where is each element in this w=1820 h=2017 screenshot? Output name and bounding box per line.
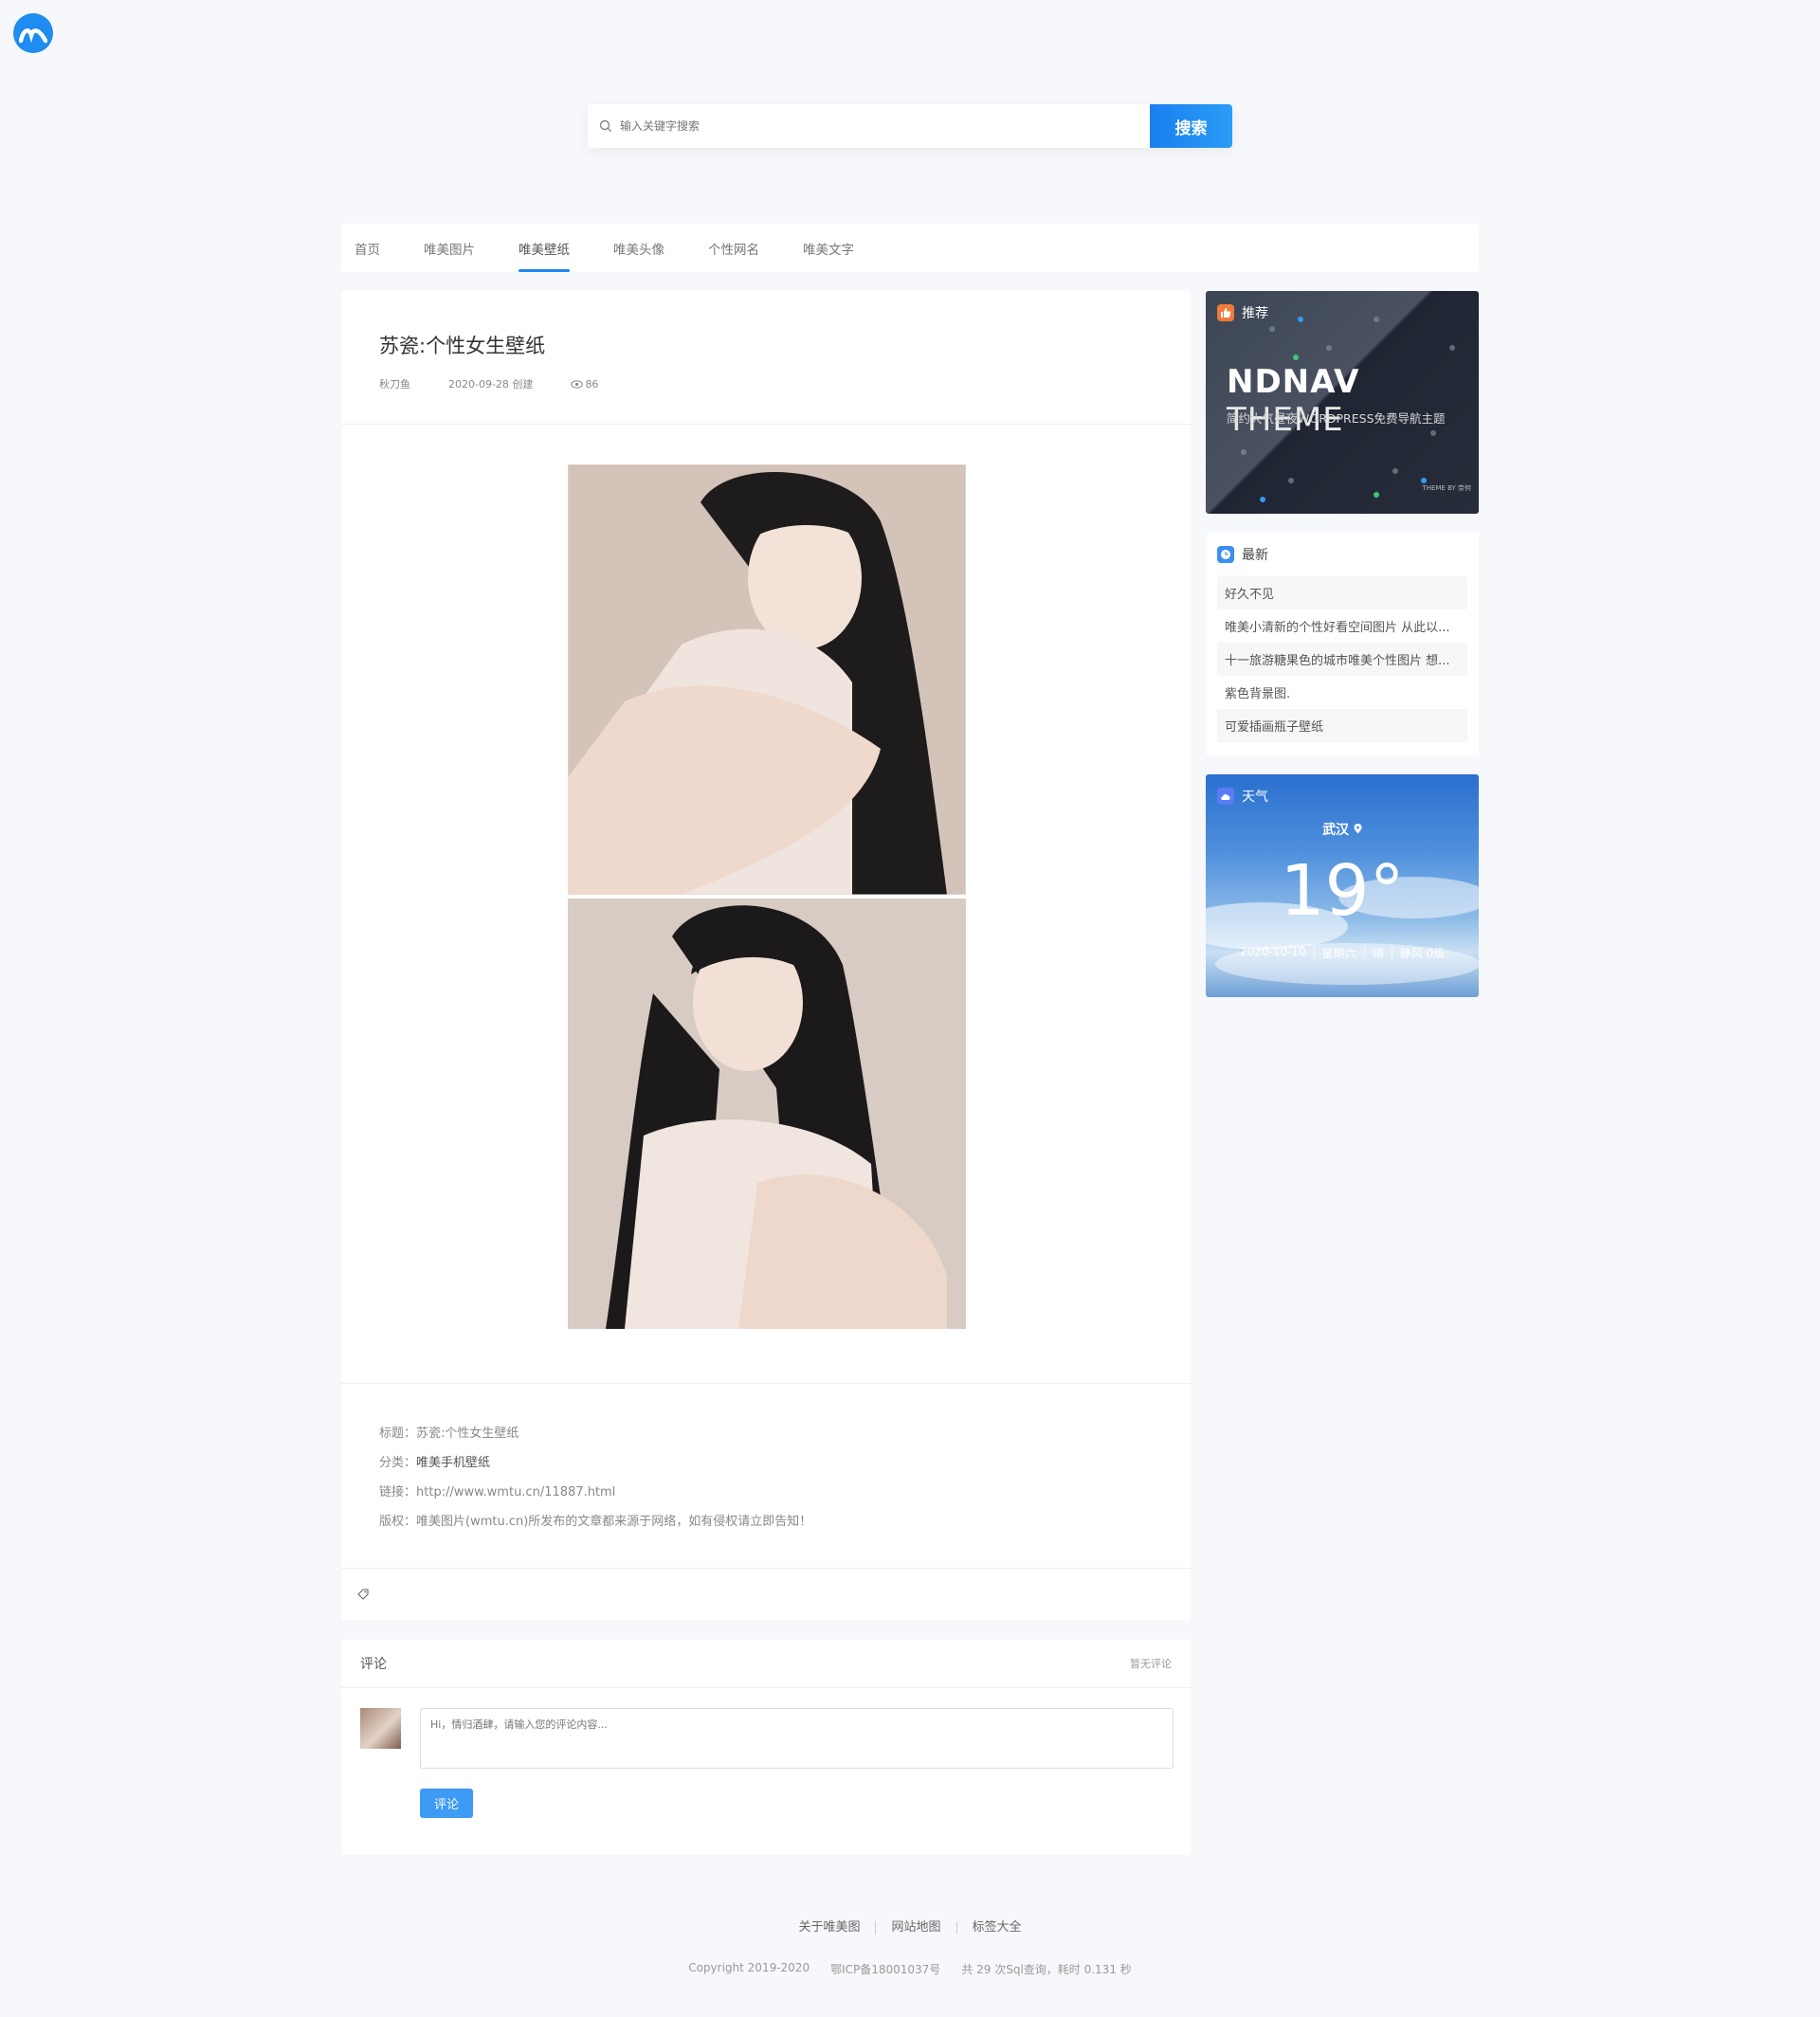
- location-pin-icon: [1354, 824, 1362, 834]
- weather-header: 天气: [1217, 787, 1268, 806]
- article-header: 苏瓷:个性女生壁纸 秋刀鱼 2020-09-28 创建 86: [341, 291, 1191, 425]
- footer-link-tags[interactable]: 标签大全: [957, 1921, 1037, 1935]
- weather-weekday: 星期六: [1315, 945, 1365, 961]
- info-category-label: 分类：: [379, 1456, 417, 1470]
- weather-city-name: 武汉: [1322, 823, 1350, 838]
- nav-item-nicknames[interactable]: 个性网名: [708, 224, 759, 272]
- article-author[interactable]: 秋刀鱼: [379, 376, 410, 391]
- recommend-subtitle: 简约大气昼夜WORDPRESS免费导航主题: [1227, 411, 1446, 426]
- latest-label: 最新: [1242, 548, 1268, 563]
- avatar: [360, 1708, 401, 1749]
- article-views-count: 86: [585, 377, 599, 391]
- latest-header: 最新: [1217, 545, 1268, 564]
- cloud-icon: [1217, 788, 1234, 805]
- info-copyright-value: 唯美图片(wmtu.cn)所发布的文章都来源于网络，如有侵权请立即告知！: [416, 1515, 812, 1529]
- photo-top: [567, 463, 967, 896]
- weather-details: 2020-10-10 星期六 晴 静风 0级: [1206, 945, 1479, 961]
- info-title-value: 苏瓷:个性女生壁纸: [416, 1426, 519, 1441]
- list-item[interactable]: 唯美小清新的个性好看空间图片 从此以...: [1217, 609, 1467, 643]
- info-title: 标题：苏瓷:个性女生壁纸: [379, 1423, 1191, 1452]
- info-copyright-label: 版权：: [379, 1515, 417, 1529]
- recommend-widget[interactable]: 推荐 NDNAV THEME 简约大气昼夜WORDPRESS免费导航主题 THE…: [1206, 291, 1479, 514]
- weather-widget: 天气 武汉 19° 2020-10-10 星期六 晴 静风 0级: [1206, 774, 1479, 997]
- list-item[interactable]: 紫色背景图.: [1217, 676, 1467, 709]
- search-bar: 搜索: [588, 104, 1232, 148]
- footer-copyright: Copyright 2019-2020 鄂ICP备18001037号 共 29 …: [0, 1961, 1820, 1977]
- info-title-label: 标题：: [379, 1426, 417, 1441]
- sql-stats: 共 29 次Sql查询，耗时 0.131 秒: [961, 1963, 1132, 1976]
- weather-temperature: 19°: [1280, 850, 1405, 932]
- weather-wind: 静风 0级: [1399, 947, 1446, 960]
- photo-bottom: [568, 899, 966, 1329]
- search-input[interactable]: [620, 119, 1094, 133]
- article-title: 苏瓷:个性女生壁纸: [379, 335, 546, 357]
- latest-widget: 最新 好久不见 唯美小清新的个性好看空间图片 从此以... 十一旅游糖果色的城市…: [1206, 533, 1479, 755]
- nav-item-home[interactable]: 首页: [355, 224, 380, 272]
- icp-link[interactable]: 鄂ICP备18001037号: [830, 1961, 940, 1977]
- copyright-text: Copyright 2019-2020: [688, 1961, 810, 1974]
- article-info: 标题：苏瓷:个性女生壁纸 分类：唯美手机壁纸 链接：http://www.wmt…: [341, 1383, 1191, 1569]
- thumbs-up-icon: [1217, 304, 1234, 321]
- search-box: [588, 104, 1150, 148]
- search-icon: [599, 119, 611, 132]
- weather-city[interactable]: 武汉: [1206, 820, 1479, 839]
- recommend-brand-bold: NDNAV: [1227, 363, 1360, 401]
- nav-item-avatars[interactable]: 唯美头像: [613, 224, 664, 272]
- article-card: 苏瓷:个性女生壁纸 秋刀鱼 2020-09-28 创建 86 标题：苏瓷:个性女…: [341, 291, 1191, 1620]
- recommend-credit: THEME BY 奈何: [1422, 484, 1471, 492]
- weather-condition: 晴: [1365, 945, 1392, 961]
- tag-icon: [357, 1589, 369, 1600]
- list-item[interactable]: 可爱插画瓶子壁纸: [1217, 709, 1467, 742]
- search-button[interactable]: 搜索: [1150, 104, 1232, 148]
- comment-input[interactable]: [420, 1708, 1174, 1769]
- article-meta: 秋刀鱼 2020-09-28 创建 86: [379, 376, 1191, 391]
- article-date: 2020-09-28 创建: [448, 378, 534, 391]
- article-views: 86: [571, 378, 598, 391]
- clock-icon: [1217, 546, 1234, 563]
- main-nav: 首页 唯美图片 唯美壁纸 唯美头像 个性网名 唯美文字: [341, 224, 1479, 272]
- info-copyright: 版权：唯美图片(wmtu.cn)所发布的文章都来源于网络，如有侵权请立即告知！: [379, 1511, 1191, 1540]
- comments-title: 评论: [360, 1657, 387, 1672]
- comments-status: 暂无评论: [1130, 1658, 1172, 1670]
- info-link-value[interactable]: http://www.wmtu.cn/11887.html: [416, 1485, 615, 1499]
- logo-icon: [19, 28, 47, 44]
- weather-date: 2020-10-10: [1232, 945, 1315, 961]
- footer-link-about[interactable]: 关于唯美图: [783, 1921, 877, 1935]
- site-logo[interactable]: [13, 13, 53, 53]
- nav-item-texts[interactable]: 唯美文字: [803, 224, 854, 272]
- recommend-label: 推荐: [1242, 306, 1268, 321]
- article-image[interactable]: [567, 463, 967, 1329]
- footer-links: 关于唯美图 网站地图 标签大全: [0, 1921, 1820, 1935]
- info-link: 链接：http://www.wmtu.cn/11887.html: [379, 1481, 1191, 1511]
- comments-card: 评论 暂无评论 评论: [341, 1640, 1191, 1855]
- list-item[interactable]: 十一旅游糖果色的城市唯美个性图片 想...: [1217, 643, 1467, 676]
- nav-item-pictures[interactable]: 唯美图片: [424, 224, 475, 272]
- recommend-brand: NDNAV THEME: [1227, 363, 1479, 439]
- tag-row: [356, 1587, 370, 1605]
- weather-label: 天气: [1242, 790, 1268, 805]
- eye-icon: [571, 379, 584, 389]
- info-category-link[interactable]: 唯美手机壁纸: [416, 1456, 490, 1470]
- list-item[interactable]: 好久不见: [1217, 576, 1467, 609]
- info-link-label: 链接：: [379, 1485, 417, 1499]
- footer-link-sitemap[interactable]: 网站地图: [876, 1921, 957, 1935]
- comments-header: 评论 暂无评论: [341, 1640, 1191, 1688]
- info-category: 分类：唯美手机壁纸: [379, 1452, 1191, 1481]
- nav-item-wallpapers[interactable]: 唯美壁纸: [519, 224, 570, 272]
- recommend-header: 推荐: [1217, 303, 1268, 322]
- latest-list: 好久不见 唯美小清新的个性好看空间图片 从此以... 十一旅游糖果色的城市唯美个…: [1217, 576, 1467, 742]
- comment-submit-button[interactable]: 评论: [420, 1789, 473, 1818]
